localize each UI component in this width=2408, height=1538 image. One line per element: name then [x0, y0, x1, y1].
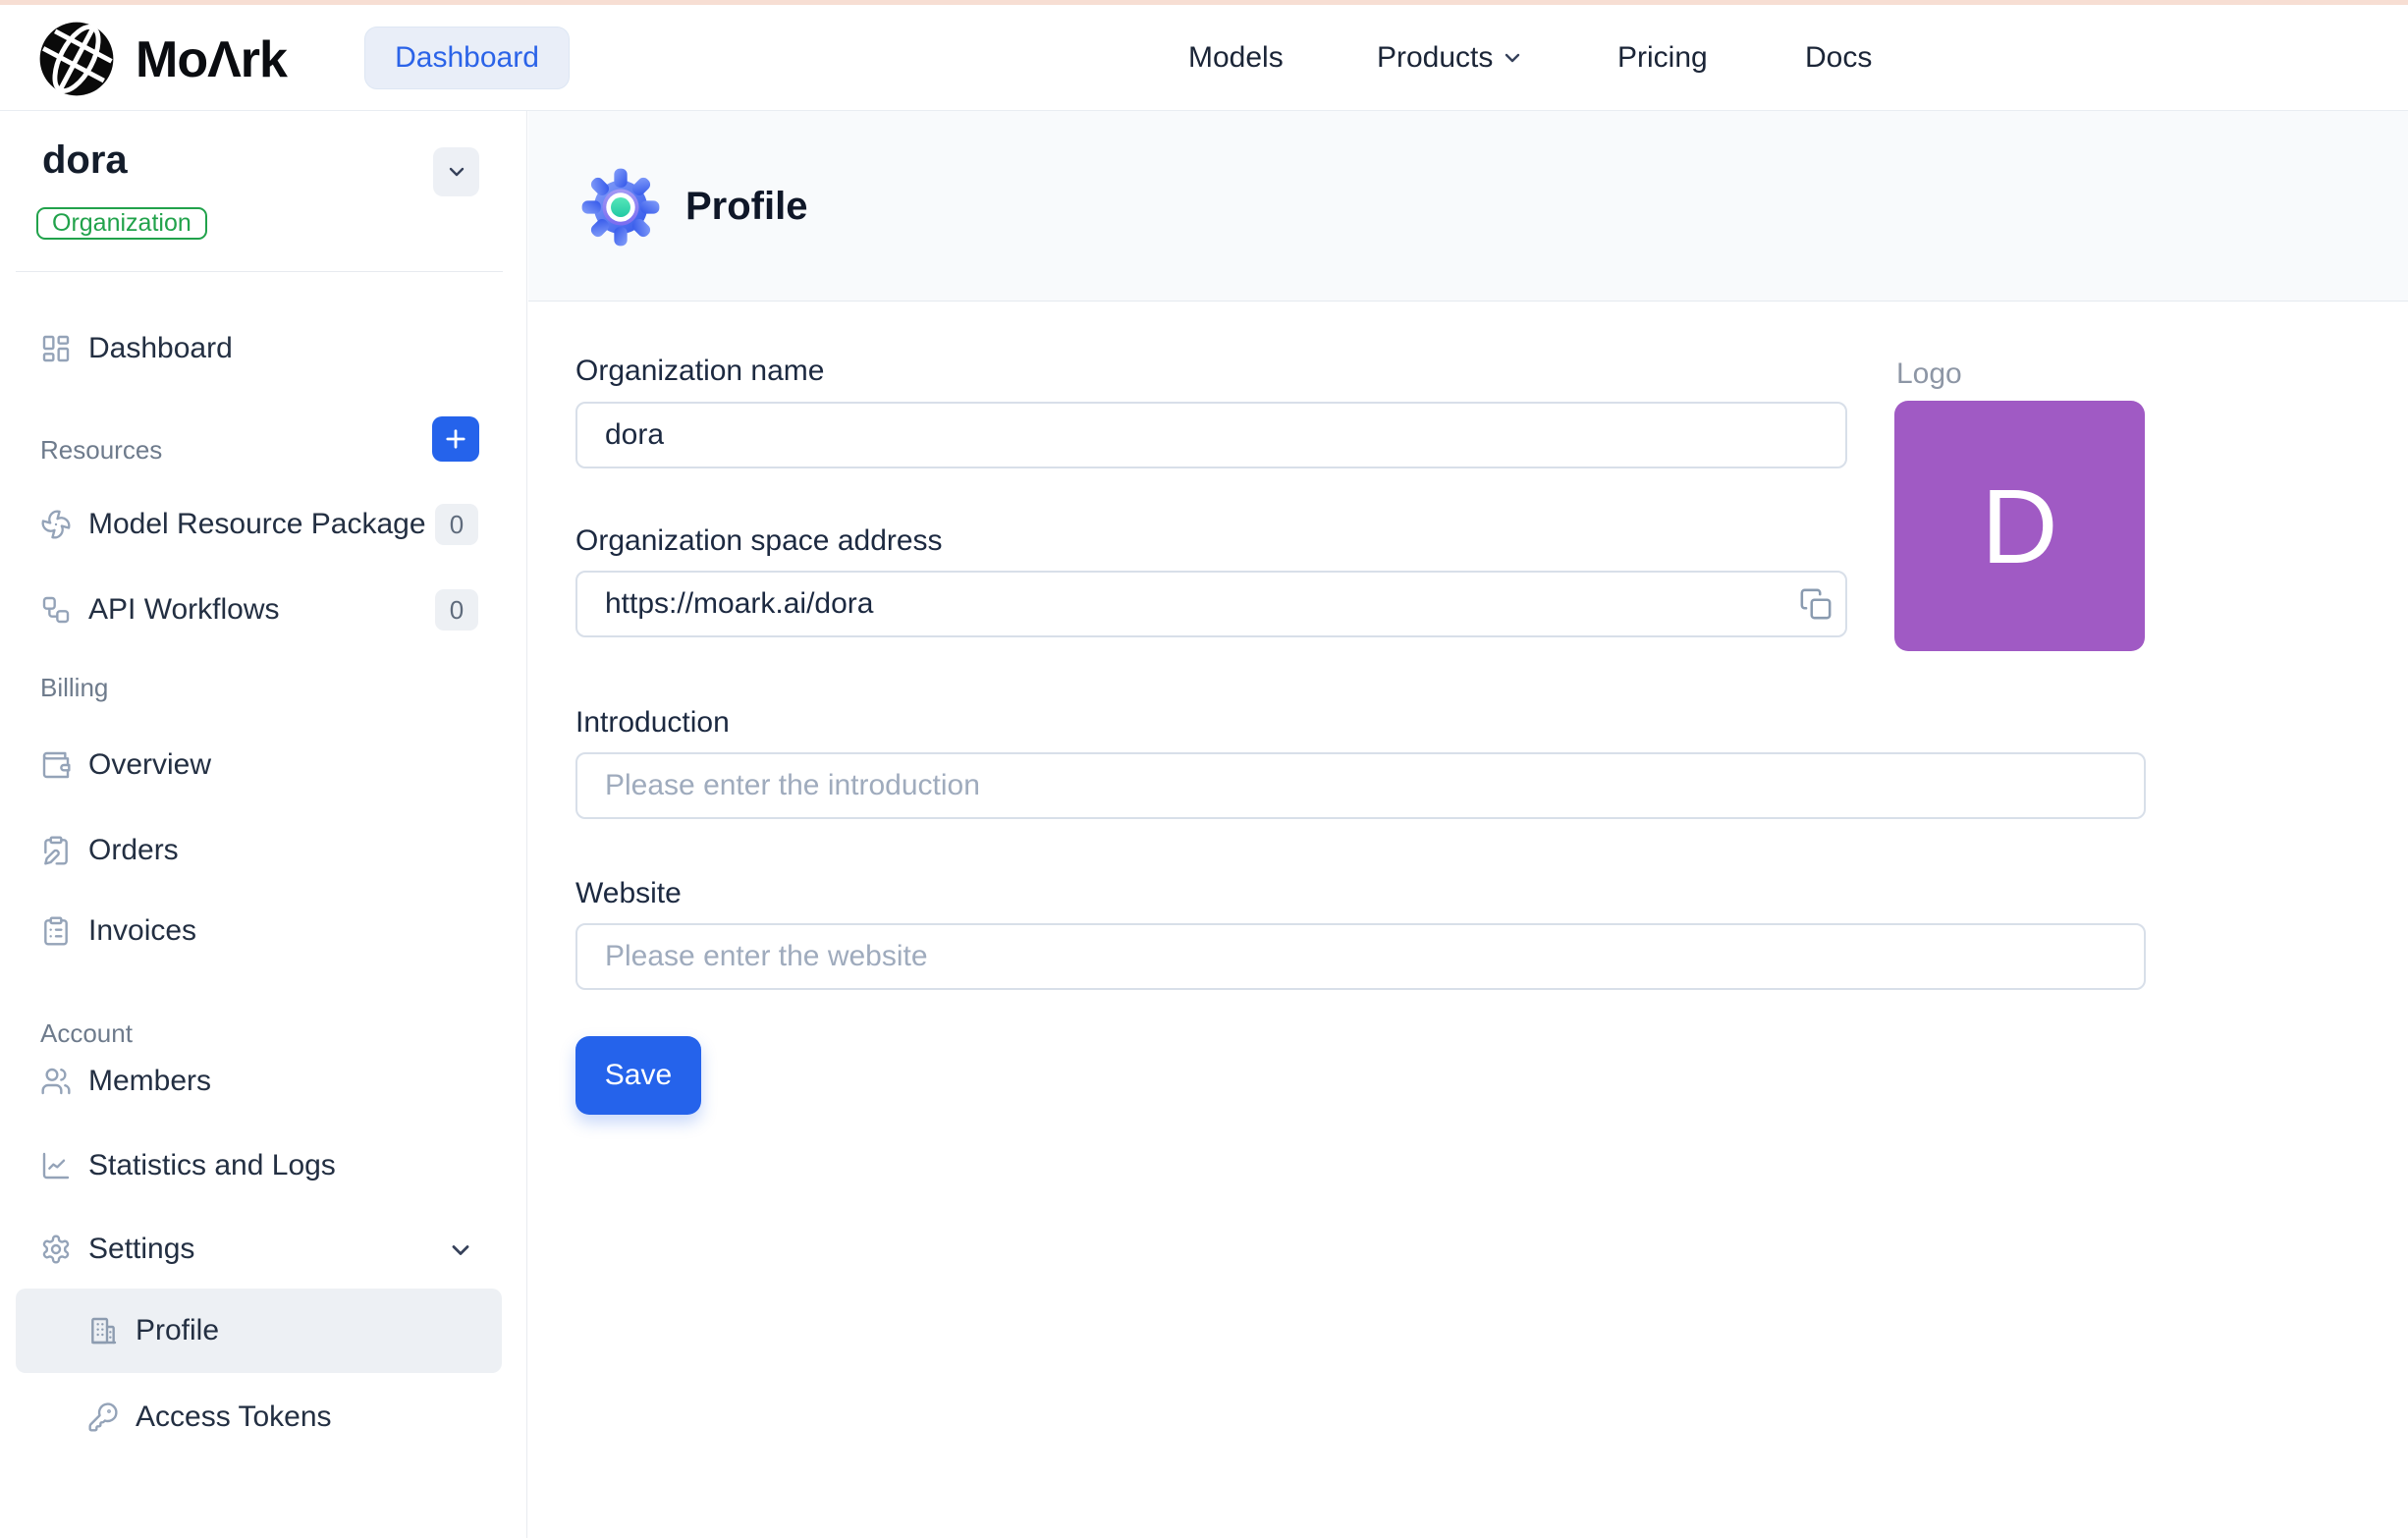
layout-dashboard-icon	[42, 335, 70, 362]
plus-icon	[446, 429, 465, 449]
sidebar-item-label: Invoices	[88, 914, 197, 947]
org-type-badge: Organization	[36, 207, 207, 240]
sidebar-item-label: Dashboard	[88, 332, 233, 364]
count-badge: 0	[435, 504, 478, 545]
org-name: dora	[42, 138, 128, 182]
sidebar-item-label: Profile	[136, 1314, 220, 1346]
nav-models[interactable]: Models	[1188, 5, 1284, 110]
introduction-label: Introduction	[575, 706, 730, 739]
nav-products-label: Products	[1377, 40, 1494, 74]
sidebar-item-orders[interactable]: Orders	[0, 821, 527, 880]
count-badge: 0	[435, 589, 478, 631]
sidebar-divider	[16, 271, 503, 272]
section-label-resources: Resources	[40, 435, 163, 465]
org-switcher-button[interactable]	[433, 147, 479, 196]
chevron-down-icon	[1505, 53, 1520, 62]
sidebar-item-invoices[interactable]: Invoices	[0, 902, 527, 961]
sidebar-item-overview[interactable]: Overview	[0, 736, 527, 795]
org-logo-initial: D	[1981, 467, 2058, 585]
save-button[interactable]: Save	[575, 1036, 701, 1115]
nav-pricing-label: Pricing	[1617, 40, 1708, 74]
sidebar-item-label: Model Resource Package	[88, 508, 426, 540]
wallet-icon	[42, 751, 71, 779]
sidebar-item-label: Orders	[88, 834, 179, 866]
profile-banner: Profile	[528, 111, 2408, 302]
sidebar-item-label: Members	[88, 1065, 212, 1097]
brand-globe-icon	[39, 22, 114, 96]
section-label-billing: Billing	[40, 673, 109, 702]
chart-line-icon	[42, 1152, 70, 1180]
org-name-input[interactable]	[575, 402, 1847, 468]
nav-docs[interactable]: Docs	[1805, 5, 1872, 110]
main-content: Profile Organization name Organization s…	[528, 111, 2408, 1538]
clipboard-list-icon	[44, 916, 68, 946]
website-input[interactable]	[575, 923, 2146, 990]
sidebar-item-access-tokens[interactable]: Access Tokens	[0, 1388, 527, 1447]
sidebar-item-label: Overview	[88, 748, 212, 781]
nav-products[interactable]: Products	[1377, 5, 1524, 110]
nav-models-label: Models	[1188, 40, 1284, 74]
space-address-input[interactable]	[575, 571, 1847, 637]
chevron-down-icon	[449, 167, 464, 177]
brand-name: MoΛrk	[136, 31, 288, 88]
nav-docs-label: Docs	[1805, 40, 1873, 74]
add-resource-button[interactable]	[432, 416, 479, 462]
logo-label: Logo	[1896, 357, 1962, 390]
sidebar: dora Organization Dashboard Resources Mo…	[0, 111, 527, 1538]
gear-icon	[42, 1235, 70, 1264]
header-dashboard-button[interactable]: Dashboard	[364, 27, 570, 89]
sidebar-item-label: Statistics and Logs	[88, 1149, 336, 1181]
copy-icon	[1800, 588, 1832, 620]
sidebar-item-label: Settings	[88, 1233, 195, 1265]
sidebar-item-label: Access Tokens	[136, 1401, 332, 1433]
sidebar-item-dashboard[interactable]: Dashboard	[0, 319, 527, 378]
workflow-icon	[42, 596, 70, 624]
org-logo[interactable]: D	[1894, 401, 2145, 651]
website-label: Website	[575, 877, 682, 909]
building-icon	[91, 1317, 117, 1345]
sidebar-item-statistics-and-logs[interactable]: Statistics and Logs	[0, 1136, 527, 1195]
sidebar-item-profile-active[interactable]: Profile	[16, 1289, 502, 1373]
sidebar-item-label: API Workflows	[88, 593, 280, 626]
introduction-input[interactable]	[575, 752, 2146, 819]
settings-chevron-down-icon[interactable]	[447, 1236, 474, 1264]
key-icon	[88, 1402, 118, 1432]
copy-address-button[interactable]	[1799, 587, 1833, 621]
org-name-label: Organization name	[575, 355, 825, 387]
profile-gear-icon	[581, 168, 660, 247]
clipboard-pen-icon	[44, 836, 68, 865]
page-title: Profile	[685, 185, 808, 228]
sidebar-item-members[interactable]: Members	[0, 1052, 527, 1111]
fan-icon	[41, 510, 71, 539]
users-icon	[41, 1068, 71, 1095]
top-header: MoΛrk Dashboard Models Products Pricing …	[0, 5, 2408, 111]
space-address-label: Organization space address	[575, 524, 943, 557]
nav-pricing[interactable]: Pricing	[1617, 5, 1708, 110]
section-label-account: Account	[40, 1018, 133, 1048]
